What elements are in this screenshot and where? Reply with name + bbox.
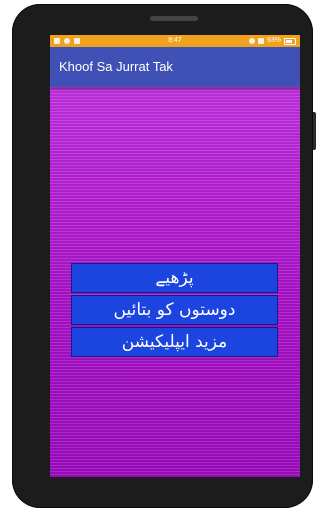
share-with-friends-button[interactable]: دوستوں کو بتائیں [71, 295, 278, 325]
battery-icon [284, 37, 296, 45]
earpiece-speaker [150, 16, 198, 21]
battery-percent: 93% [266, 37, 281, 44]
main-content: پڑھیے دوستوں کو بتائیں مزید ایپلیکیشن [50, 87, 300, 477]
status-bar: 8:47 93% [50, 35, 300, 47]
app-title: Khoof Sa Jurrat Tak [59, 59, 173, 74]
power-button [313, 112, 316, 150]
more-apps-button[interactable]: مزید ایپلیکیشن [71, 327, 278, 357]
phone-screen: 8:47 93% Khoof Sa Jurrat Tak پڑھیے دوستو… [50, 35, 300, 477]
signal-icon [257, 38, 264, 44]
main-menu: پڑھیے دوستوں کو بتائیں مزید ایپلیکیشن [71, 263, 278, 359]
app-bar: Khoof Sa Jurrat Tak [50, 47, 300, 87]
wifi-icon [248, 38, 255, 44]
phone-frame: 8:47 93% Khoof Sa Jurrat Tak پڑھیے دوستو… [12, 4, 313, 508]
status-system-icons: 93% [248, 35, 296, 47]
read-button[interactable]: پڑھیے [71, 263, 278, 293]
